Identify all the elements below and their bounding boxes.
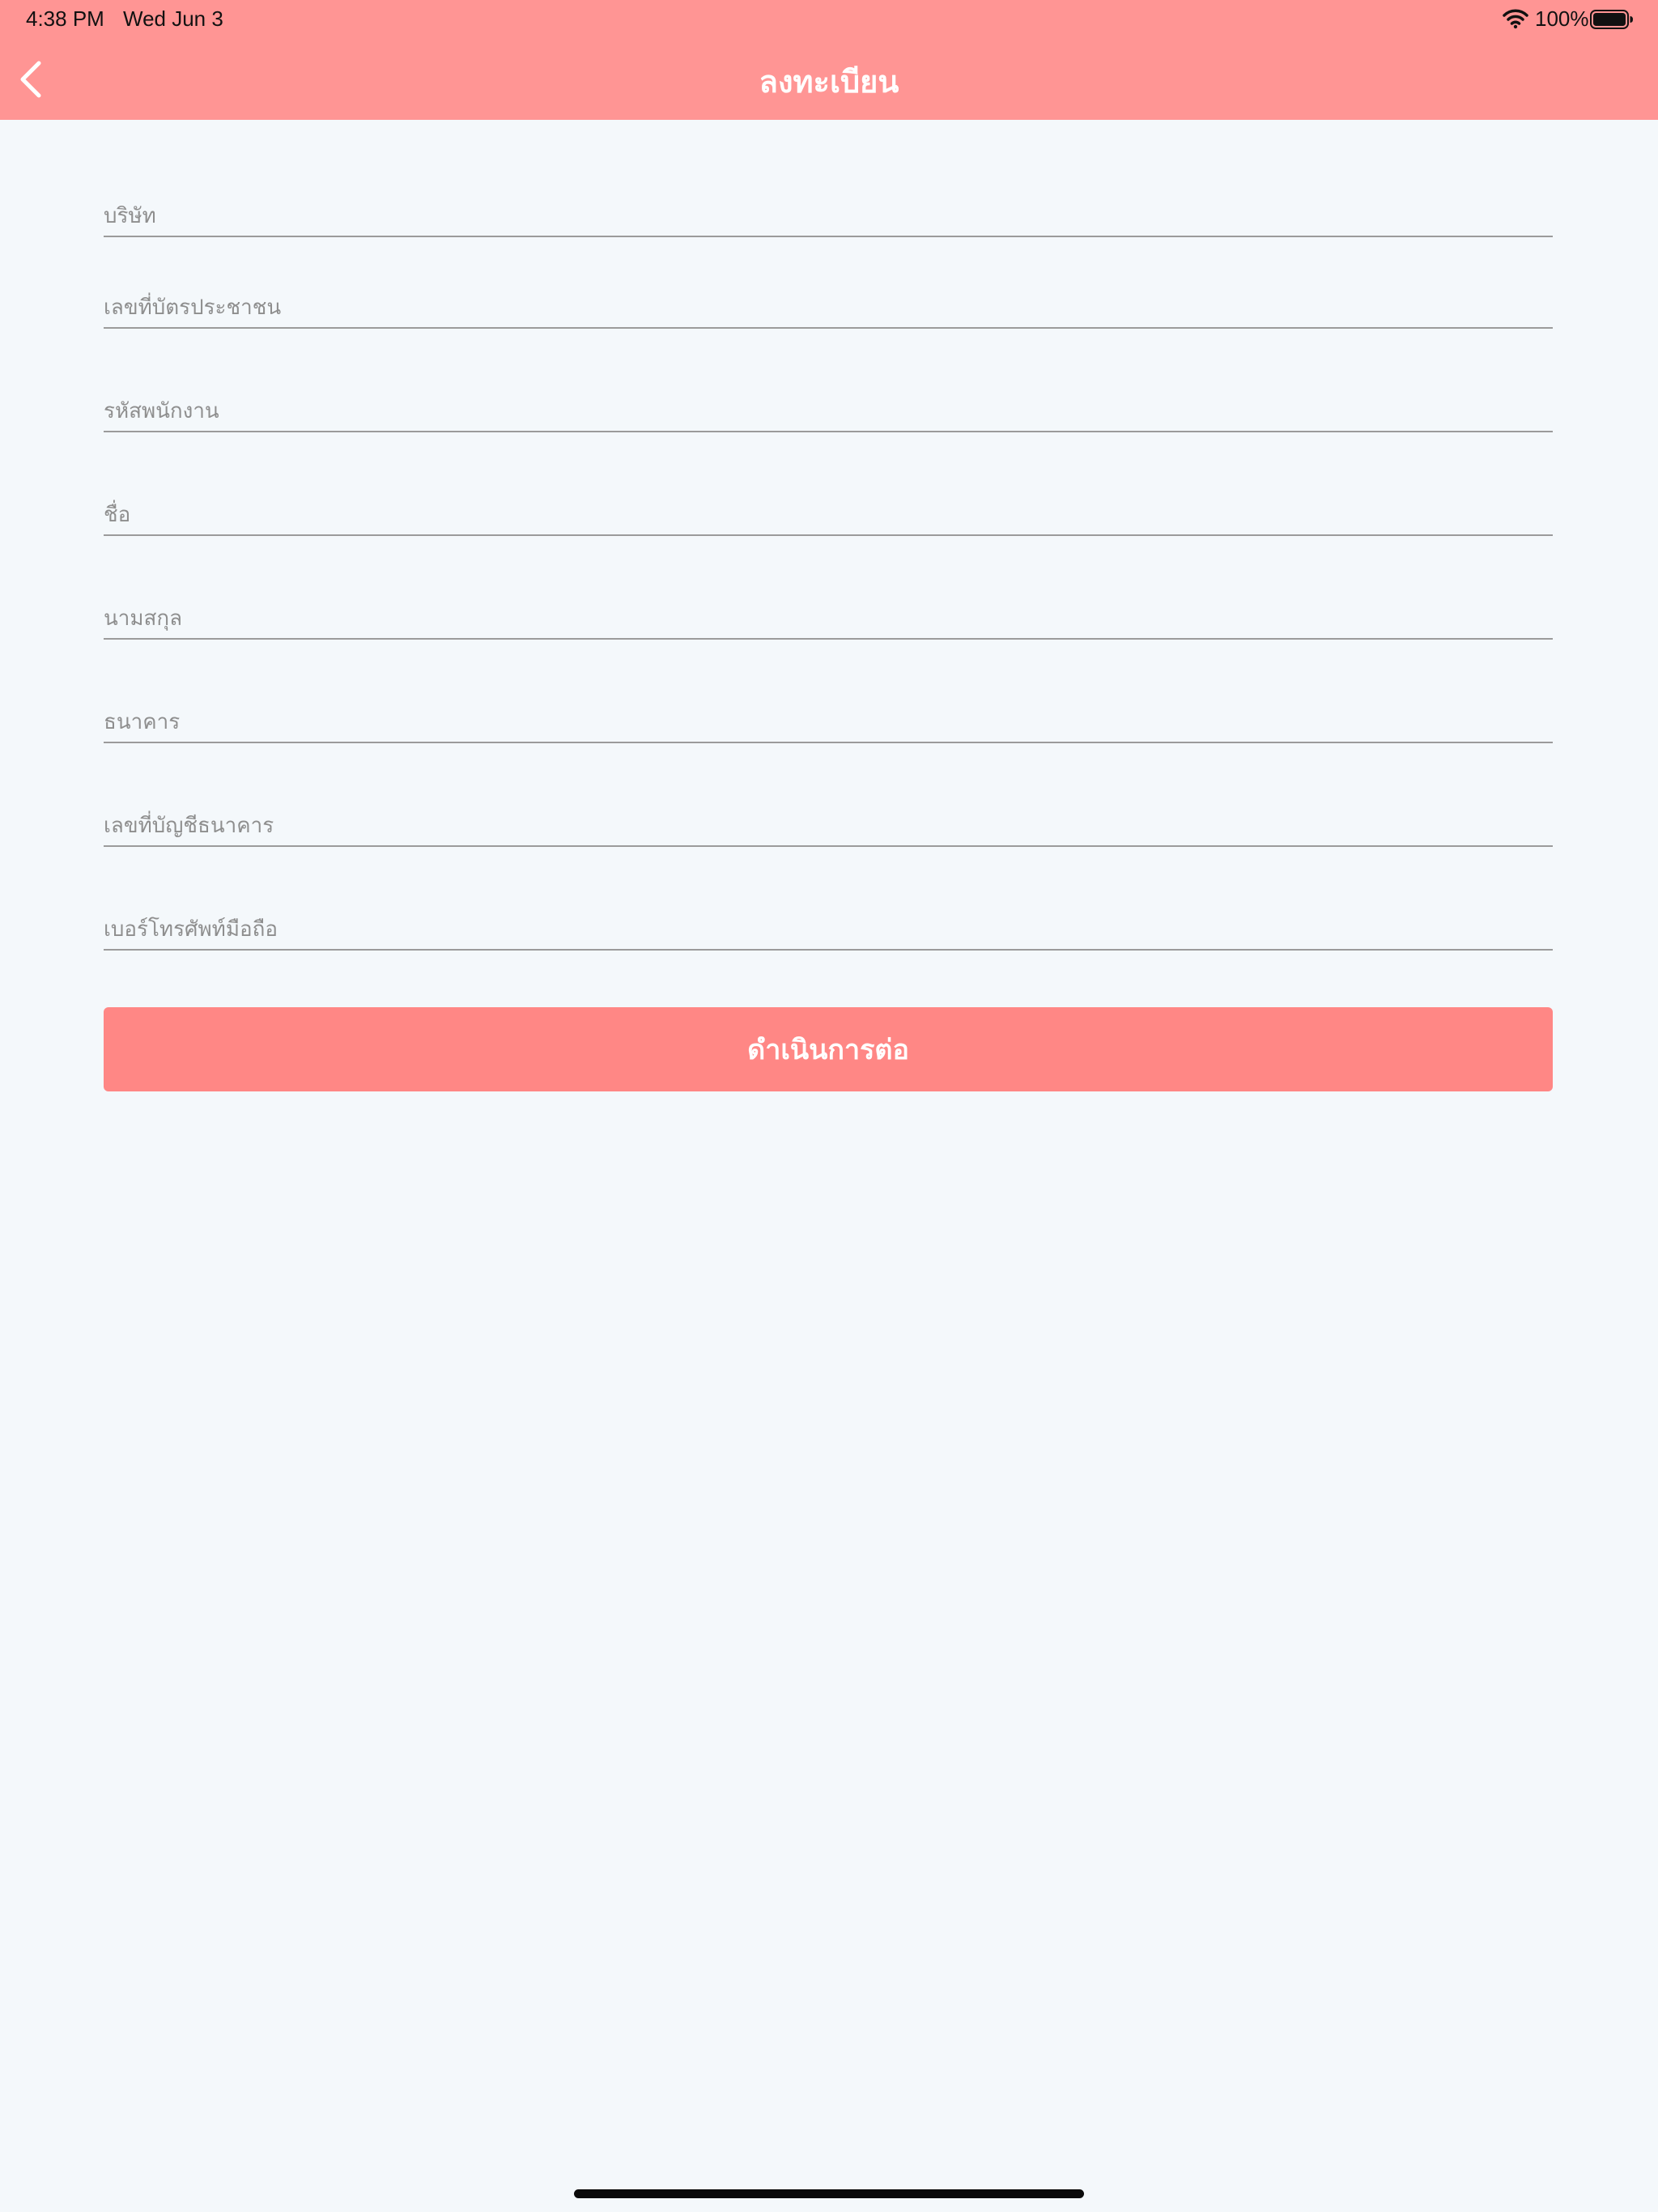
- page-title: ลงทะเบียน: [759, 64, 899, 100]
- first-name-field[interactable]: [104, 487, 1553, 536]
- wifi-icon: [1503, 9, 1528, 29]
- company-field[interactable]: [104, 189, 1553, 237]
- bank-account-field[interactable]: [104, 798, 1553, 847]
- battery-percent: 100%: [1535, 6, 1589, 31]
- mobile-phone-field[interactable]: [104, 902, 1553, 951]
- mobile-phone-input[interactable]: [104, 912, 1553, 947]
- bank-account-input[interactable]: [104, 808, 1553, 844]
- last-name-input[interactable]: [104, 601, 1553, 636]
- continue-button[interactable]: ดำเนินการต่อ: [104, 1007, 1553, 1091]
- bank-input[interactable]: [104, 704, 1553, 740]
- id-card-number-field[interactable]: [104, 280, 1553, 329]
- navigation-bar: 4:38 PM Wed Jun 3 100% ลงทะเบียน: [0, 0, 1658, 120]
- battery-icon: [1590, 10, 1633, 29]
- employee-id-field[interactable]: [104, 384, 1553, 432]
- employee-id-input[interactable]: [104, 393, 1553, 429]
- status-bar: 4:38 PM Wed Jun 3 100%: [0, 0, 1658, 37]
- status-time: 4:38 PM: [26, 6, 104, 31]
- status-date: Wed Jun 3: [123, 6, 223, 31]
- company-input[interactable]: [104, 198, 1553, 234]
- first-name-input[interactable]: [104, 497, 1553, 533]
- last-name-field[interactable]: [104, 591, 1553, 640]
- bank-field[interactable]: [104, 695, 1553, 743]
- id-card-number-input[interactable]: [104, 290, 1553, 325]
- home-indicator: [574, 2189, 1084, 2198]
